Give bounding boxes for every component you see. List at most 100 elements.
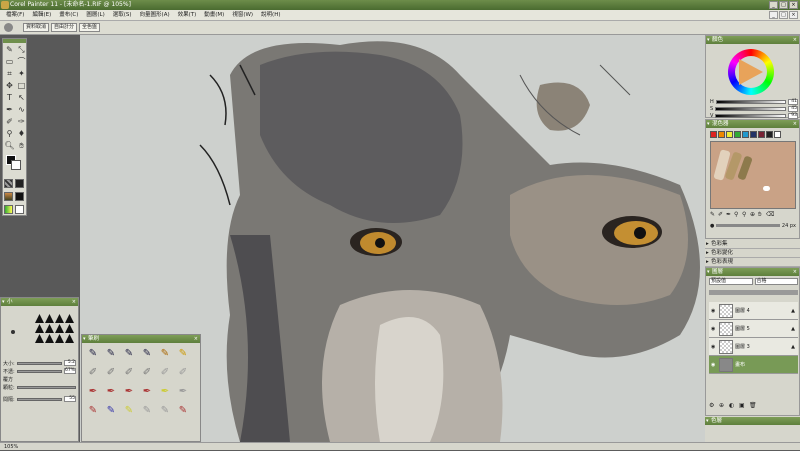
dab-icon[interactable] bbox=[45, 324, 54, 333]
grain-slider[interactable]: 顆粒: bbox=[3, 384, 76, 391]
new-layer-icon[interactable]: ▣ bbox=[739, 402, 746, 409]
mixer-panel-close-icon[interactable]: × bbox=[793, 120, 797, 128]
palette-variant-icon[interactable]: ✎ bbox=[158, 404, 172, 418]
menu-edit[interactable]: 編輯(E) bbox=[28, 10, 55, 21]
saturation-value[interactable]: 45 bbox=[788, 106, 798, 112]
dab-icon[interactable] bbox=[35, 314, 44, 323]
pan-mixer-icon[interactable]: ✋︎ bbox=[758, 212, 764, 218]
lasso-icon[interactable]: ⌒ bbox=[16, 56, 27, 67]
palette-variant-icon[interactable]: ✎ bbox=[140, 404, 154, 418]
doc-minimize-button[interactable]: _ bbox=[769, 11, 778, 19]
channels-panel-title[interactable]: 色層 bbox=[705, 417, 800, 425]
pencil-variant-icon[interactable]: ✎ bbox=[86, 347, 100, 361]
sample-multiple-icon[interactable]: ⚲ bbox=[742, 212, 748, 218]
hue-value[interactable]: 41 bbox=[788, 99, 798, 105]
opacity-slider[interactable] bbox=[709, 290, 798, 295]
pen-variant-icon[interactable]: ✐ bbox=[158, 366, 172, 380]
paper-selector-icon[interactable] bbox=[4, 179, 13, 188]
maximize-button[interactable]: □ bbox=[779, 1, 788, 9]
color-variability-panel[interactable]: 色彩變化 bbox=[705, 249, 800, 258]
media-panel-close-icon[interactable]: × bbox=[194, 335, 198, 343]
mode-dropdown[interactable]: 覆方 bbox=[3, 376, 76, 383]
dab-icon[interactable] bbox=[55, 314, 64, 323]
look-selector-icon[interactable] bbox=[15, 205, 24, 214]
palette-variant-icon[interactable]: ✎ bbox=[176, 404, 190, 418]
pointer-icon[interactable]: ↖ bbox=[16, 92, 27, 103]
bezier-icon[interactable]: ∿ bbox=[16, 104, 27, 115]
layer-row[interactable]: ◉ 圖層 5 ▲ bbox=[709, 320, 798, 338]
composite-depth-dropdown[interactable]: 合格 bbox=[754, 278, 798, 285]
pattern-selector-icon[interactable] bbox=[4, 192, 13, 201]
palette-variant-icon[interactable]: ✎ bbox=[104, 404, 118, 418]
saturation-triangle[interactable] bbox=[739, 59, 763, 85]
palette-variant-icon[interactable]: ✎ bbox=[122, 404, 136, 418]
dab-icon[interactable] bbox=[35, 324, 44, 333]
transform-icon[interactable]: ✥ bbox=[4, 80, 15, 91]
menu-effects[interactable]: 效果(T) bbox=[174, 10, 201, 21]
eyedropper-icon[interactable]: ⚲ bbox=[4, 128, 15, 139]
mixer-color-swatch[interactable] bbox=[774, 131, 781, 138]
doc-close-button[interactable]: × bbox=[789, 11, 798, 19]
opacity-brush-slider[interactable]: 不透: 67% bbox=[3, 368, 76, 375]
eye-icon[interactable]: ◉ bbox=[711, 308, 717, 314]
mask-icon[interactable]: ◐ bbox=[729, 402, 736, 409]
menu-window[interactable]: 視窗(W) bbox=[228, 10, 257, 21]
value-slider[interactable]: V 93 bbox=[710, 113, 798, 119]
additional-color-swatch[interactable] bbox=[11, 160, 21, 170]
mixer-pad[interactable] bbox=[710, 141, 796, 209]
dropper-tool-icon[interactable]: ⤡ bbox=[16, 44, 27, 55]
menu-layers[interactable]: 圖層(L) bbox=[82, 10, 108, 21]
dynamic-plugins-icon[interactable]: ⊕ bbox=[719, 402, 726, 409]
eye-icon[interactable]: ◉ bbox=[711, 326, 717, 332]
rubber-stamp-icon[interactable]: ✑ bbox=[16, 116, 27, 127]
brush-variant-icon[interactable]: ✒ bbox=[86, 385, 100, 399]
pencil-variant-icon[interactable]: ✎ bbox=[176, 347, 190, 361]
eye-icon[interactable]: ◉ bbox=[711, 362, 717, 368]
hue-slider[interactable]: H 41 bbox=[710, 99, 798, 105]
color-expression-panel[interactable]: 色彩表現 bbox=[705, 258, 800, 267]
brush-variant-icon[interactable]: ✒ bbox=[176, 385, 190, 399]
palette-variant-icon[interactable]: ✎ bbox=[86, 404, 100, 418]
layers-panel-title[interactable]: 圖層× bbox=[706, 268, 799, 276]
menu-movie[interactable]: 動畫(M) bbox=[200, 10, 228, 21]
menu-help[interactable]: 說明(H) bbox=[257, 10, 284, 21]
brush-panel-title[interactable]: 小× bbox=[1, 298, 78, 306]
mix-color-icon[interactable]: ✒ bbox=[726, 212, 732, 218]
dab-icon[interactable] bbox=[65, 314, 74, 323]
color-sets-panel[interactable]: 色彩集 bbox=[705, 240, 800, 249]
dab-icon[interactable] bbox=[65, 334, 74, 343]
dirty-brush-icon[interactable]: ✎ bbox=[710, 212, 716, 218]
color-swatches[interactable] bbox=[5, 154, 24, 176]
size-value[interactable]: 5.2 bbox=[64, 360, 76, 366]
delete-layer-icon[interactable]: 🗑︎ bbox=[749, 402, 757, 409]
crop-icon[interactable]: ⌗ bbox=[4, 68, 15, 79]
menu-select[interactable]: 選取(S) bbox=[109, 10, 136, 21]
spacing-value[interactable]: 55 bbox=[64, 396, 76, 402]
color-panel-title[interactable]: 顏色× bbox=[706, 36, 799, 44]
pencil-variant-icon[interactable]: ✎ bbox=[122, 347, 136, 361]
mixer-color-swatch[interactable] bbox=[734, 131, 741, 138]
layer-row[interactable]: ◉ 圖層 4 ▲ bbox=[709, 302, 798, 320]
text-tool-icon[interactable]: T bbox=[4, 92, 15, 103]
layer-row[interactable]: ◉ 圖層 3 ▲ bbox=[709, 338, 798, 356]
mixer-color-swatch[interactable] bbox=[726, 131, 733, 138]
apply-color-icon[interactable]: ✐ bbox=[718, 212, 724, 218]
layer-row-canvas[interactable]: ◉ 畫布 bbox=[709, 356, 798, 374]
prop-button-2[interactable]: 自由計分 bbox=[51, 23, 78, 32]
paint-bucket-icon[interactable]: ♦ bbox=[16, 128, 27, 139]
brush-variant-icon[interactable]: ✒ bbox=[122, 385, 136, 399]
minimize-button[interactable]: _ bbox=[769, 1, 778, 9]
size-slider[interactable]: 大小: 5.2 bbox=[3, 360, 76, 367]
mixer-color-swatch[interactable] bbox=[750, 131, 757, 138]
pen-variant-icon[interactable]: ✐ bbox=[122, 366, 136, 380]
gradient-selector-icon[interactable] bbox=[15, 179, 24, 188]
prop-button-1[interactable]: 資料取消 bbox=[23, 23, 50, 32]
layer-lock-icon[interactable]: ▲ bbox=[791, 326, 795, 332]
brush-tool-icon[interactable]: ✎ bbox=[4, 44, 15, 55]
hand-icon[interactable]: ✋︎ bbox=[16, 140, 27, 151]
opacity-value[interactable]: 67% bbox=[64, 368, 76, 374]
saturation-slider[interactable]: S 45 bbox=[710, 106, 798, 112]
magic-wand-icon[interactable]: ✦ bbox=[16, 68, 27, 79]
layers-panel-close-icon[interactable]: × bbox=[793, 268, 797, 276]
pencil-variant-icon[interactable]: ✎ bbox=[158, 347, 172, 361]
